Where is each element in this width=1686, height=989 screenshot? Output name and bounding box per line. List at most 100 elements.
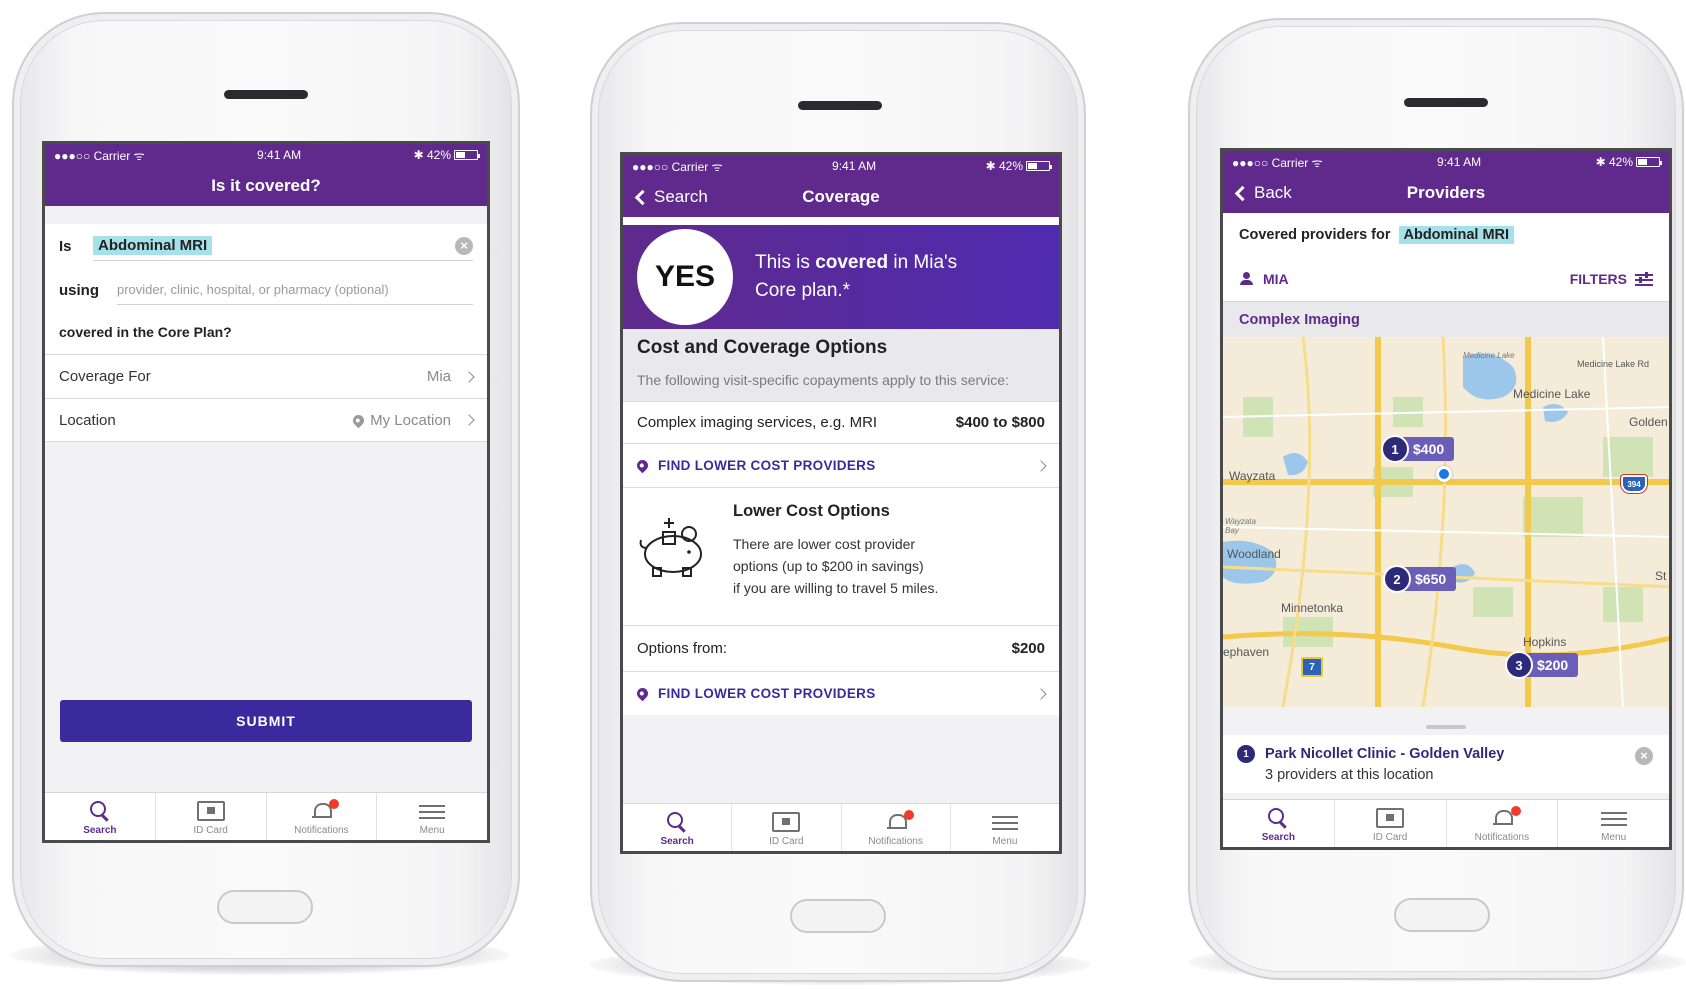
- battery-text: ✱ 42%: [413, 148, 451, 162]
- tab-id-card[interactable]: ID Card: [732, 804, 842, 851]
- service-row: Is Abdominal MRI ×: [59, 224, 473, 268]
- find-lower-cost-link-1[interactable]: FIND LOWER COST PROVIDERS: [623, 443, 1059, 487]
- tab-bar: Search ID Card Notifications Menu: [1223, 799, 1669, 847]
- back-label: Search: [654, 187, 708, 206]
- tab-menu[interactable]: Menu: [1558, 800, 1669, 847]
- provider-pin-1[interactable]: 1 $400: [1381, 435, 1455, 463]
- screen-coverage: ●●●○○ Carrier ᯤ 9:41 AM ✱ 42% Search Cov…: [620, 152, 1062, 854]
- map-label-golden: Golden: [1629, 415, 1668, 429]
- banner-post: in Mia's: [888, 252, 958, 273]
- service-input[interactable]: Abdominal MRI ×: [93, 231, 473, 261]
- category-header: Complex Imaging: [1223, 301, 1669, 337]
- tab-search[interactable]: Search: [623, 804, 733, 851]
- tab-search-label: Search: [660, 836, 694, 847]
- phone-2: ●●●○○ Carrier ᯤ 9:41 AM ✱ 42% Search Cov…: [590, 22, 1086, 982]
- location-row[interactable]: Location My Location: [45, 398, 487, 442]
- bell-icon: [312, 801, 333, 821]
- banner-bold: covered: [815, 252, 889, 273]
- time-text: 9:41 AM: [257, 148, 302, 162]
- person-icon: [1239, 272, 1253, 286]
- provider-detail-sheet[interactable]: 1 Park Nicollet Clinic - Golden Valley 3…: [1223, 725, 1669, 793]
- tab-notifications-label: Notifications: [294, 825, 349, 836]
- close-sheet-icon[interactable]: ×: [1635, 747, 1653, 765]
- yes-badge: YES: [637, 229, 733, 325]
- filters-button[interactable]: FILTERS: [1570, 271, 1653, 287]
- time-text: 9:41 AM: [832, 159, 877, 173]
- map-label-wayzata-bay: Wayzata Bay: [1225, 517, 1256, 535]
- sheet-subtitle: 3 providers at this location: [1265, 767, 1434, 783]
- service-cost: $400 to $800: [955, 414, 1045, 431]
- tab-menu[interactable]: Menu: [377, 793, 487, 840]
- provider-pin-3[interactable]: 3 $200: [1505, 651, 1579, 679]
- phone-3: ●●●○○ Carrier ᯤ 9:41 AM ✱ 42% Back Provi…: [1188, 18, 1684, 980]
- carrier-text: ●●●○○ Carrier ᯤ: [1232, 155, 1323, 170]
- filters-label: FILTERS: [1569, 271, 1627, 287]
- map-label-woodland: Woodland: [1227, 547, 1281, 561]
- coverage-for-value: Mia: [426, 368, 451, 385]
- tab-menu-label: Menu: [992, 836, 1018, 847]
- battery-icon: [1025, 161, 1052, 171]
- tab-search[interactable]: Search: [45, 793, 156, 840]
- tab-id-card[interactable]: ID Card: [156, 793, 267, 840]
- provider-pin-2[interactable]: 2 $650: [1383, 565, 1457, 593]
- section-title: Cost and Coverage Options: [637, 337, 888, 358]
- member-name: MIA: [1263, 271, 1289, 287]
- covered-question-text: covered in the Core Plan?: [59, 324, 232, 340]
- coverage-for-row[interactable]: Coverage For Mia: [45, 354, 487, 398]
- tab-menu-label: Menu: [419, 825, 445, 836]
- find-lower-cost-link-2[interactable]: FIND LOWER COST PROVIDERS: [623, 671, 1059, 715]
- coverage-question-form: Is Abdominal MRI × using provider, clini…: [45, 224, 487, 354]
- back-button[interactable]: Back: [1233, 173, 1292, 213]
- battery-icon: [1635, 157, 1662, 167]
- location-pin-icon: [634, 457, 651, 474]
- provider-map[interactable]: Medicine Lake Medicine Lake Medicine Lak…: [1223, 337, 1669, 707]
- screen-providers: ●●●○○ Carrier ᯤ 9:41 AM ✱ 42% Back Provi…: [1220, 148, 1672, 850]
- carrier-text: ●●●○○ Carrier ᯤ: [632, 159, 723, 174]
- piggy-bank-icon: [639, 518, 702, 577]
- options-from-row: Options from: $200: [623, 625, 1059, 671]
- location-pin-icon: [350, 412, 367, 428]
- chevron-left-icon: [1234, 185, 1251, 201]
- phone-1: ●●●○○ Carrier ᯤ 9:41 AM ✱ 42% Is it cove…: [12, 12, 520, 967]
- using-label: using: [59, 281, 99, 299]
- clear-service-icon[interactable]: ×: [455, 236, 473, 255]
- highway-7-shield: 7: [1301, 657, 1323, 677]
- drag-handle[interactable]: [1426, 725, 1466, 729]
- tab-notifications[interactable]: Notifications: [842, 804, 951, 851]
- tab-bar: Search ID Card Notifications Menu: [45, 792, 487, 840]
- lower-cost-options-card: Lower Cost Options There are lower cost …: [623, 487, 1059, 625]
- sheet-pin-number: 1: [1237, 745, 1255, 763]
- id-card-icon: [772, 812, 801, 832]
- banner-line2: Core plan.*: [755, 280, 851, 301]
- status-bar: ●●●○○ Carrier ᯤ 9:41 AM ✱ 42%: [45, 144, 487, 166]
- section-description: The following visit-specific copayments …: [637, 372, 1009, 388]
- chevron-left-icon: [634, 189, 651, 205]
- phone-2-speaker: [798, 101, 882, 110]
- tab-notifications[interactable]: Notifications: [267, 793, 378, 840]
- bell-icon: [886, 812, 907, 832]
- location-value-wrap: My Location: [350, 412, 475, 429]
- tab-notifications[interactable]: Notifications: [1447, 800, 1559, 847]
- coverage-for-value-wrap: Mia: [426, 368, 475, 385]
- provider-input[interactable]: provider, clinic, hospital, or pharmacy …: [117, 275, 473, 305]
- provider-placeholder: provider, clinic, hospital, or pharmacy …: [117, 282, 389, 297]
- menu-icon: [419, 803, 446, 821]
- find-link-1-label: FIND LOWER COST PROVIDERS: [658, 458, 876, 473]
- status-bar: ●●●○○ Carrier ᯤ 9:41 AM ✱ 42%: [623, 155, 1059, 177]
- tab-bar: Search ID Card Notifications Menu: [623, 803, 1059, 851]
- tab-menu[interactable]: Menu: [951, 804, 1059, 851]
- member-selector[interactable]: MIA: [1239, 271, 1289, 287]
- tab-id-card[interactable]: ID Card: [1335, 800, 1447, 847]
- submit-button[interactable]: SUBMIT: [60, 700, 472, 742]
- back-button[interactable]: Search: [633, 177, 708, 217]
- chevron-right-icon: [1035, 459, 1047, 472]
- current-location-dot: [1436, 466, 1452, 482]
- tab-search[interactable]: Search: [1223, 800, 1335, 847]
- battery-indicator: ✱ 42%: [986, 159, 1052, 173]
- map-label-wayzata: Wayzata: [1229, 469, 1276, 483]
- nav-bar: Search Coverage: [623, 177, 1059, 217]
- lco-line1: There are lower cost provider: [733, 536, 916, 552]
- chevron-right-icon: [463, 370, 475, 383]
- header-bar: ●●●○○ Carrier ᯤ 9:41 AM ✱ 42% Is it cove…: [45, 144, 487, 206]
- bell-icon: [1492, 808, 1513, 828]
